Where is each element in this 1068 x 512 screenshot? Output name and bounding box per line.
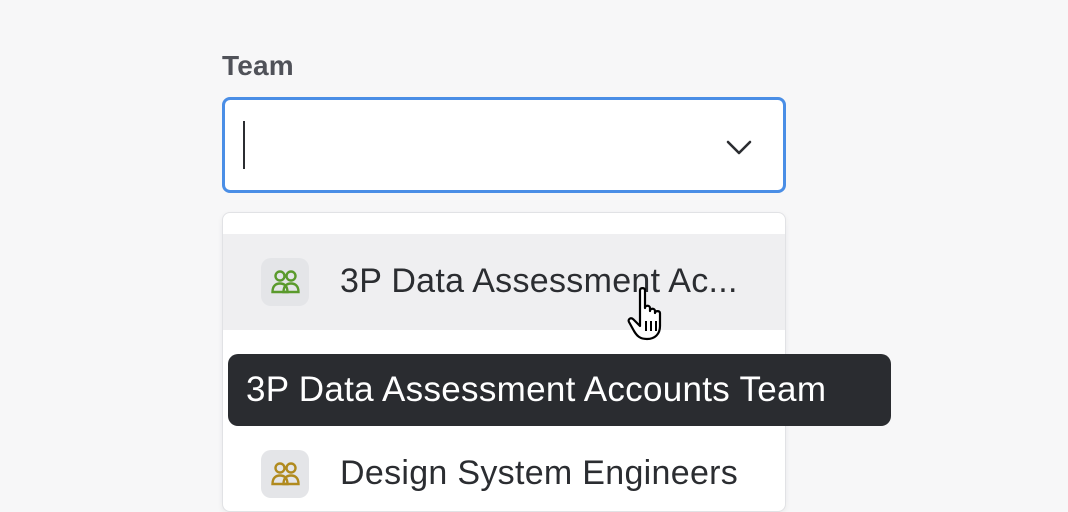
option-tooltip: 3P Data Assessment Accounts Team xyxy=(228,354,891,426)
team-avatar xyxy=(261,258,309,306)
dropdown-option[interactable]: Design System Engineers xyxy=(223,426,785,511)
team-select[interactable] xyxy=(222,97,786,193)
team-icon xyxy=(271,462,300,486)
team-field-label: Team xyxy=(222,50,294,81)
chevron-down-icon[interactable] xyxy=(723,133,755,161)
text-cursor xyxy=(243,121,245,169)
team-avatar xyxy=(261,450,309,498)
team-icon xyxy=(271,270,300,294)
hand-pointer-cursor-icon xyxy=(627,287,662,341)
dropdown-option[interactable]: 3P Data Assessment Ac... xyxy=(223,234,785,330)
option-label: Design System Engineers xyxy=(340,454,739,492)
team-search-input[interactable] xyxy=(241,112,681,178)
